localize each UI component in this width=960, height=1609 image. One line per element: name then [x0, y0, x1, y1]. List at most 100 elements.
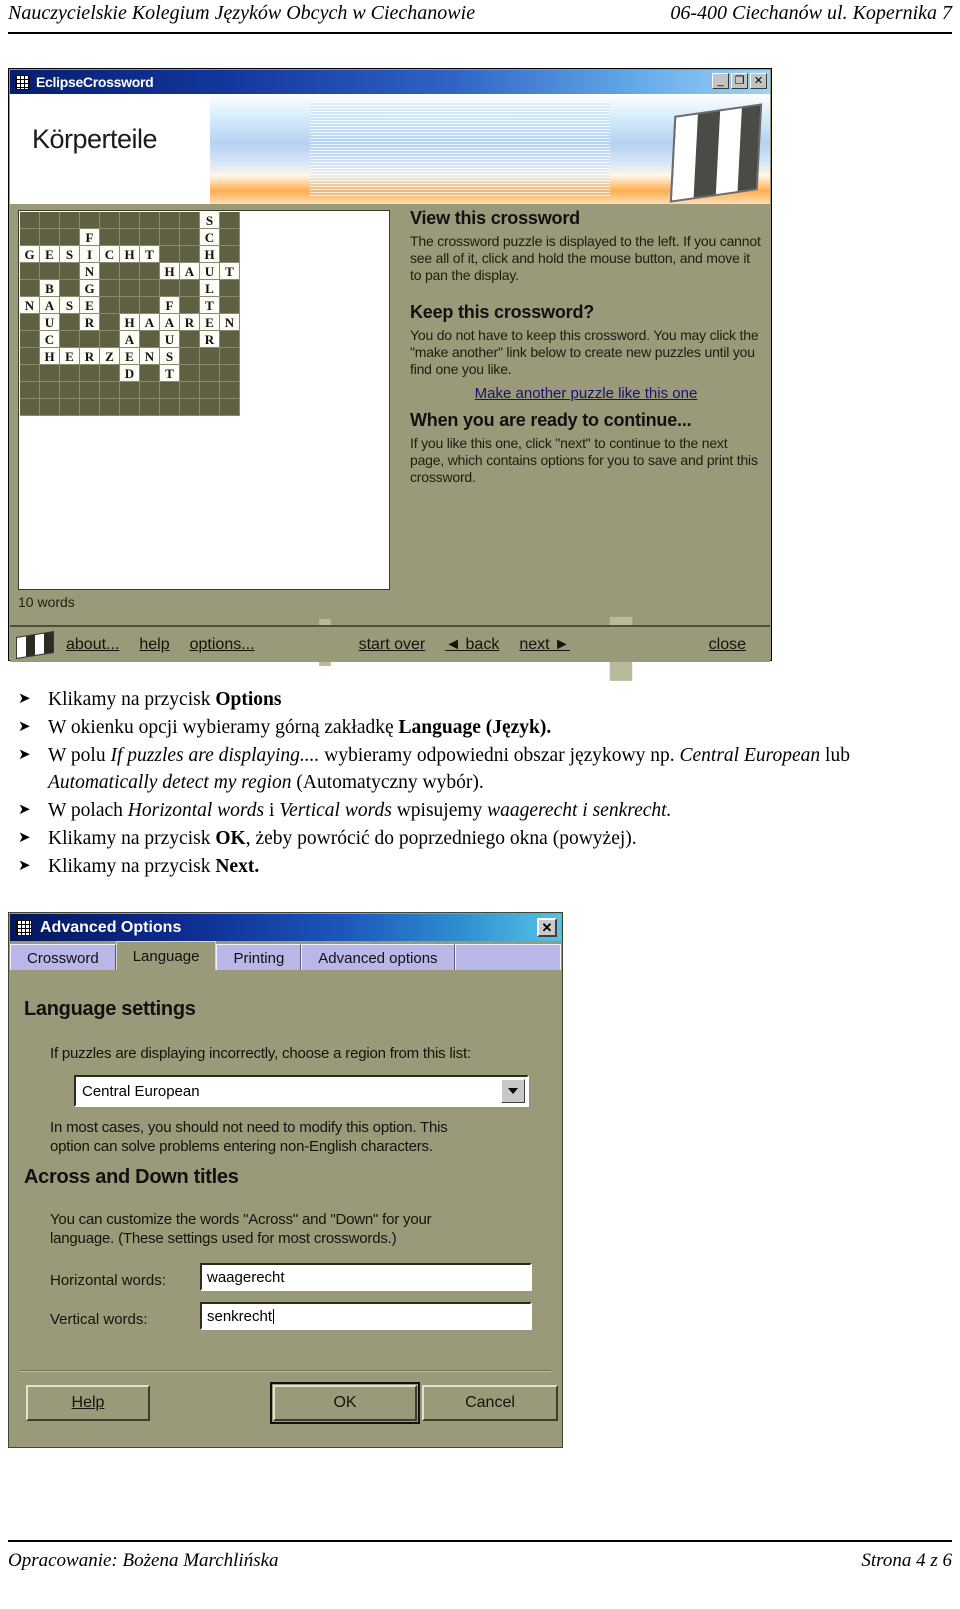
grid-cell-block	[60, 399, 80, 416]
language-settings-heading: Language settings	[24, 998, 196, 1020]
grid-cell-block	[20, 314, 40, 331]
instruction-text: W polach	[48, 800, 128, 821]
grid-cell-letter: A	[140, 314, 160, 331]
tab-language[interactable]: Language	[115, 941, 217, 971]
crossword-grid[interactable]: SFCGESICHTHNHAUTBGLNASEFTURHAARENCAURHER…	[20, 212, 240, 416]
maximize-icon[interactable]: ❐	[731, 73, 748, 89]
crossword-title: Körperteile	[32, 124, 158, 154]
instruction-item: W polu If puzzles are displaying.... wyb…	[10, 742, 950, 796]
grid-cell-block	[100, 297, 120, 314]
instruction-item: Klikamy na przycisk Next.	[10, 853, 950, 880]
instruction-text: W polu	[48, 745, 111, 766]
grid-cell-block	[180, 229, 200, 246]
ok-button[interactable]: OK	[270, 1382, 420, 1424]
grid-cell-letter: T	[200, 297, 220, 314]
help-heading-view: View this crossword	[410, 208, 580, 228]
grid-cell-block	[220, 297, 240, 314]
grid-cell-block	[60, 212, 80, 229]
back-link[interactable]: ◄ back	[445, 636, 499, 654]
ok-button-label: OK	[333, 1394, 357, 1411]
cancel-button[interactable]: Cancel	[422, 1385, 558, 1421]
footer-author: Opracowanie: Bożena Marchlińska	[8, 1550, 279, 1571]
grid-cell-block	[40, 263, 60, 280]
help-link[interactable]: help	[139, 636, 169, 654]
grid-cell-letter: R	[80, 314, 100, 331]
titles-note-line-2: language. (These settings used for most …	[50, 1230, 397, 1247]
grid-cell-block	[80, 331, 100, 348]
grid-cell-block	[20, 331, 40, 348]
crossword-display-pane[interactable]: SFCGESICHTHNHAUTBGLNASEFTURHAARENCAURHER…	[18, 210, 390, 590]
header-institution: Nauczycielskie Kolegium Języków Obcych w…	[8, 2, 476, 24]
region-select-value: Central European	[82, 1082, 200, 1100]
window-titlebar[interactable]: EclipseCrossword _ ❐ ✕	[10, 70, 770, 94]
instruction-text: If puzzles are displaying....	[110, 745, 320, 766]
grid-cell-block	[140, 297, 160, 314]
grid-cell-letter: R	[200, 331, 220, 348]
app-icon	[15, 74, 30, 90]
tab-crossword[interactable]: Crossword	[10, 944, 116, 971]
grid-cell-block	[100, 365, 120, 382]
next-link[interactable]: next ►	[519, 636, 570, 654]
help-column: View this crossword The crossword puzzle…	[410, 208, 762, 486]
word-count-label: 10 words	[18, 594, 75, 610]
grid-cell-letter: I	[80, 246, 100, 263]
grid-cell-block	[20, 263, 40, 280]
instruction-text: Central European	[679, 745, 821, 766]
make-another-puzzle-link[interactable]: Make another puzzle like this one	[410, 385, 762, 402]
help-heading-continue: When you are ready to continue...	[410, 410, 692, 430]
grid-cell-block	[60, 280, 80, 297]
instruction-text: , żeby powrócić do poprzedniego okna (po…	[245, 828, 637, 849]
grid-cell-letter: U	[40, 314, 60, 331]
about-link[interactable]: about...	[66, 636, 119, 654]
crossword-cube-icon	[669, 103, 763, 203]
horizontal-words-value: waagerecht	[207, 1268, 285, 1286]
instruction-text: OK	[215, 828, 246, 849]
instruction-item: W okienku opcji wybieramy górną zakładkę…	[10, 714, 950, 741]
window-title: EclipseCrossword	[36, 74, 154, 90]
grid-cell-block	[220, 331, 240, 348]
grid-cell-block	[80, 212, 100, 229]
vertical-words-input[interactable]: senkrecht	[200, 1302, 532, 1330]
tab-printing[interactable]: Printing	[216, 944, 302, 971]
grid-cell-block	[40, 382, 60, 399]
dialog-close-icon[interactable]: ✕	[537, 918, 557, 937]
instruction-text: Horizontal words	[127, 800, 265, 821]
chevron-down-icon[interactable]	[501, 1079, 525, 1103]
grid-cell-letter: C	[100, 246, 120, 263]
help-text-view: The crossword puzzle is displayed to the…	[410, 233, 761, 283]
minimize-icon[interactable]: _	[712, 73, 729, 89]
instruction-list: Klikamy na przycisk OptionsW okienku opc…	[10, 686, 950, 881]
grid-cell-block	[180, 280, 200, 297]
grid-cell-letter: R	[80, 348, 100, 365]
grid-cell-letter: E	[120, 348, 140, 365]
instruction-item: Klikamy na przycisk OK, żeby powrócić do…	[10, 825, 950, 852]
region-select[interactable]: Central European	[74, 1075, 529, 1107]
grid-cell-block	[140, 263, 160, 280]
grid-cell-block	[200, 382, 220, 399]
grid-cell-block	[100, 314, 120, 331]
tabstrip-filler	[454, 944, 561, 971]
grid-cell-letter: C	[200, 229, 220, 246]
tab-advanced-options[interactable]: Advanced options	[301, 944, 455, 971]
instruction-text: Klikamy na przycisk	[48, 856, 216, 877]
grid-cell-block	[60, 263, 80, 280]
grid-cell-letter: H	[40, 348, 60, 365]
text-caret	[273, 1308, 275, 1324]
grid-cell-block	[220, 399, 240, 416]
close-link[interactable]: close	[709, 636, 746, 654]
horizontal-words-input[interactable]: waagerecht	[200, 1263, 532, 1291]
grid-cell-block	[120, 399, 140, 416]
grid-cell-block	[20, 212, 40, 229]
help-button[interactable]: Help	[26, 1385, 150, 1421]
grid-cell-block	[220, 365, 240, 382]
grid-cell-letter: G	[80, 280, 100, 297]
grid-cell-block	[60, 314, 80, 331]
grid-cell-letter: S	[60, 246, 80, 263]
options-link[interactable]: options...	[190, 636, 255, 654]
region-hint-text: If puzzles are displaying incorrectly, c…	[50, 1045, 471, 1062]
dialog-titlebar[interactable]: Advanced Options ✕	[10, 914, 561, 941]
start-over-link[interactable]: start over	[359, 636, 426, 654]
grid-cell-letter: G	[20, 246, 40, 263]
instruction-text: Automatically detect my region	[48, 772, 292, 793]
close-icon[interactable]: ✕	[750, 73, 767, 89]
